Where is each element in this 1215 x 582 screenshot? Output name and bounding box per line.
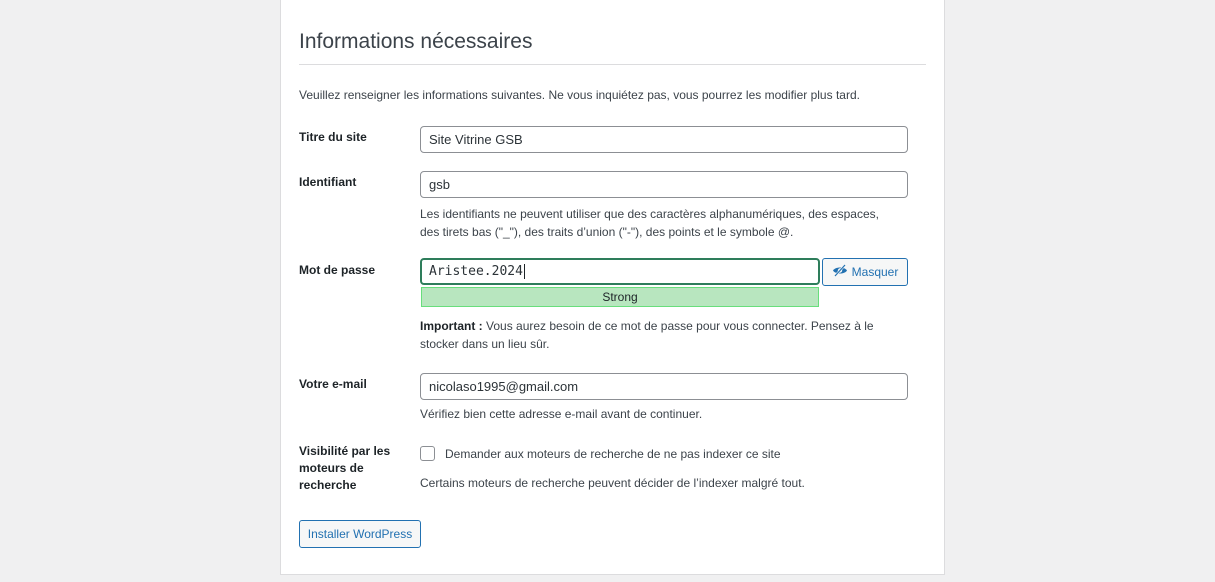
setup-form-card: Informations nécessaires Veuillez rensei… — [280, 0, 945, 575]
username-help: Les identifiants ne peuvent utiliser que… — [420, 205, 879, 241]
text-caret — [523, 264, 525, 279]
important-text: Vous aurez besoin de ce mot de passe pou… — [482, 319, 874, 333]
intro-text: Veuillez renseigner les informations sui… — [299, 88, 860, 102]
title-divider — [299, 64, 926, 65]
eye-slash-icon — [832, 264, 848, 280]
username-input[interactable] — [420, 171, 908, 198]
site-title-label: Titre du site — [299, 130, 367, 144]
page-title: Informations nécessaires — [299, 30, 533, 53]
email-input[interactable] — [420, 373, 908, 400]
visibility-label-line3: recherche — [299, 478, 357, 492]
username-label: Identifiant — [299, 175, 357, 189]
install-wordpress-button[interactable]: Installer WordPress — [299, 520, 421, 548]
password-important-note: Important : Vous aurez besoin de ce mot … — [420, 317, 874, 353]
noindex-checkbox[interactable] — [420, 446, 435, 461]
email-help: Vérifiez bien cette adresse e-mail avant… — [420, 407, 703, 421]
noindex-option[interactable]: Demander aux moteurs de recherche de ne … — [420, 446, 781, 461]
visibility-label: Visibilité par les moteurs de recherche — [299, 443, 390, 494]
important-prefix: Important : — [420, 319, 483, 333]
password-label: Mot de passe — [299, 263, 376, 277]
noindex-checkbox-label[interactable]: Demander aux moteurs de recherche de ne … — [445, 447, 781, 461]
password-strength-meter: Strong — [421, 287, 819, 307]
visibility-label-line1: Visibilité par les — [299, 444, 391, 458]
hide-password-label: Masquer — [851, 265, 899, 279]
email-label: Votre e-mail — [299, 377, 367, 391]
hide-password-button[interactable]: Masquer — [822, 258, 908, 286]
important-text-line2: stocker dans un lieu sûr. — [420, 337, 550, 351]
site-title-input[interactable] — [420, 126, 908, 153]
visibility-help: Certains moteurs de recherche peuvent dé… — [420, 476, 805, 490]
username-help-line1: Les identifiants ne peuvent utiliser que… — [420, 207, 879, 221]
username-help-line2: des tirets bas ("_"), des traits d’union… — [420, 225, 794, 239]
visibility-label-line2: moteurs de — [299, 461, 364, 475]
password-input[interactable]: Aristee.2024 — [420, 258, 820, 285]
password-value: Aristee.2024 — [429, 264, 523, 279]
